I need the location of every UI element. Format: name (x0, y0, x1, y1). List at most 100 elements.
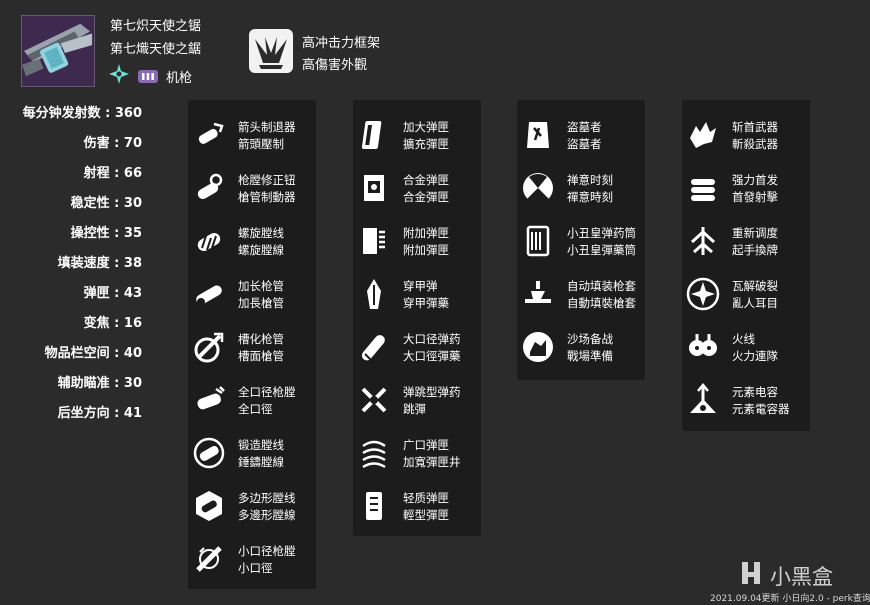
perk-full-bore[interactable]: 全口径枪膛 全口徑 (188, 379, 353, 429)
perk-extended-mag[interactable]: 加大弹匣 擴充彈匣 (353, 114, 518, 164)
extended-mag-icon (357, 118, 391, 152)
perk-high-caliber-rounds[interactable]: 大口径弹药 大口徑彈藥 (353, 326, 518, 376)
perk-name-simplified: 强力首发 (732, 173, 778, 187)
strand-icon (108, 63, 130, 89)
perk-name-simplified: 穿甲弹 (403, 279, 438, 293)
unravel-icon (686, 277, 720, 311)
perk-clown-cartridge[interactable]: 小丑皇弹药筒 小丑皇彈藥筒 (517, 220, 682, 270)
perk-name-traditional: 螺旋膛線 (238, 243, 284, 257)
perk-armor-piercing-rounds[interactable]: 穿甲弹 穿甲彈藥 (353, 273, 518, 323)
appended-mag-icon (357, 224, 391, 258)
light-mag-icon (357, 489, 391, 523)
corkscrew-rifling-icon (192, 224, 226, 258)
hammer-forged-rifling-icon (192, 436, 226, 470)
perk-firefly[interactable]: 火线 火力連隊 (682, 326, 847, 376)
perk-appended-mag[interactable]: 附加弹匣 附加彈匣 (353, 220, 518, 270)
firefly-icon (686, 330, 720, 364)
machine-gun-icon (22, 16, 94, 86)
perk-name-simplified: 禅意时刻 (567, 173, 613, 187)
perk-auto-loading-holster[interactable]: 自动填装枪套 自動填裝槍套 (517, 273, 682, 323)
perk-corkscrew-rifling[interactable]: 螺旋膛线 螺旋膛線 (188, 220, 353, 270)
zen-moment-icon (521, 171, 555, 205)
perk-arrowhead-brake[interactable]: 箭头制退器 箭頭壓制 (188, 114, 353, 164)
perk-name-simplified: 重新调度 (732, 226, 778, 240)
frame-name-traditional: 高傷害外觀 (302, 58, 368, 73)
perk-name-simplified: 附加弹匣 (403, 226, 449, 240)
magazine-perk-column: 加大弹匣 擴充彈匣 合金弹匣 合金彈匣 附加弹匣 附加彈匣 穿甲弹 穿甲彈藥 大口径弹药 大口徑彈… (353, 100, 481, 536)
auto-loading-holster-icon (521, 277, 555, 311)
perk-name-traditional: 大口徑彈藥 (403, 349, 461, 363)
perk-name-simplified: 自动填装枪套 (567, 279, 636, 293)
perk-grave-robber[interactable]: 盗墓者 盜墓者 (517, 114, 682, 164)
perk-hammer-forged-rifling[interactable]: 锻造膛线 錘鑄膛線 (188, 432, 353, 482)
arrowhead-brake-icon (192, 118, 226, 152)
perk-compensator[interactable]: 枪膛修正钮 槍管制動器 (188, 167, 353, 217)
perk-unravel[interactable]: 瓦解破裂 亂人耳目 (682, 273, 847, 323)
perk-name-traditional: 全口徑 (238, 402, 273, 416)
perk-name-simplified: 全口径枪膛 (238, 385, 296, 399)
perk-name-traditional: 盜墓者 (567, 137, 602, 151)
flared-magwell-icon (357, 436, 391, 470)
smallbore-icon (192, 542, 226, 576)
stat-stability: 稳定性 : 30 (70, 196, 142, 211)
perk-ricochet-rounds[interactable]: 弹跳型弹药 跳彈 (353, 379, 518, 429)
watermark-text: 小黑盒 (770, 564, 833, 589)
perk-name-traditional: 首發射擊 (732, 190, 778, 204)
perk-smallbore[interactable]: 小口径枪膛 小口徑 (188, 538, 353, 588)
perk-name-traditional: 戰場準備 (567, 349, 613, 363)
perk-name-traditional: 跳彈 (403, 402, 426, 416)
clown-cartridge-icon (521, 224, 555, 258)
perk-name-simplified: 轻质弹匣 (403, 491, 449, 505)
stat-inventory: 物品栏空间 : 40 (44, 346, 142, 361)
perk-extended-barrel[interactable]: 加长枪管 加長槍管 (188, 273, 353, 323)
extended-barrel-icon (192, 277, 226, 311)
redirection-icon (686, 224, 720, 258)
perk-elemental-capacitor[interactable]: 元素电容 元素電容器 (682, 379, 847, 429)
perk-zen-moment[interactable]: 禅意时刻 禪意時刻 (517, 167, 682, 217)
perk-headseeker[interactable]: 斩首武器 斬殺武器 (682, 114, 847, 164)
weapon-thumbnail (21, 15, 95, 87)
stat-zoom: 变焦 : 16 (83, 316, 142, 331)
perk-name-simplified: 盗墓者 (567, 120, 602, 134)
perk-polygonal-rifling[interactable]: 多边形膛线 多邊形膛線 (188, 485, 353, 535)
perk-name-simplified: 小丑皇弹药筒 (567, 226, 636, 240)
barrel-perk-column: 箭头制退器 箭頭壓制 枪膛修正钮 槍管制動器 螺旋膛线 螺旋膛線 加长枪管 加長槍管 槽化枪管槽… (188, 100, 316, 589)
ricochet-rounds-icon (357, 383, 391, 417)
perk-name-simplified: 瓦解破裂 (732, 279, 778, 293)
trait2-perk-column: 斩首武器 斬殺武器 强力首发 首發射擊 重新调度 起手換牌 瓦解破裂 亂人耳目 火线 火力連隊 元素… (682, 100, 810, 431)
perk-light-mag[interactable]: 轻质弹匣 輕型彈匣 (353, 485, 518, 535)
perk-flared-magwell[interactable]: 广口弹匣 加寬彈匣井 (353, 432, 518, 482)
perk-name-traditional: 小口徑 (238, 561, 273, 575)
perk-name-traditional: 自動填裝槍套 (567, 296, 636, 310)
perk-name-simplified: 加长枪管 (238, 279, 284, 293)
footer-note: 2021.09.04更新 小日向2.0 - perk查询 (710, 594, 870, 604)
perk-fluted-barrel[interactable]: 槽化枪管 槽面槍管 (188, 326, 353, 376)
perk-alloy-magazine[interactable]: 合金弹匣 合金彈匣 (353, 167, 518, 217)
perk-name-simplified: 沙场备战 (567, 332, 613, 346)
armor-piercing-rounds-icon (357, 277, 391, 311)
elemental-capacitor-icon (686, 383, 720, 417)
perk-name-traditional: 起手換牌 (732, 243, 778, 257)
perk-name-traditional: 小丑皇彈藥筒 (567, 243, 636, 257)
perk-opening-shot[interactable]: 强力首发 首發射擊 (682, 167, 847, 217)
perk-name-simplified: 锻造膛线 (238, 438, 284, 452)
high-caliber-rounds-icon (357, 330, 391, 364)
perk-name-simplified: 小口径枪膛 (238, 544, 296, 558)
perk-name-traditional: 錘鑄膛線 (238, 455, 284, 469)
perk-name-traditional: 加長槍管 (238, 296, 284, 310)
watermark: 小黑盒 (738, 560, 833, 591)
weapon-name-traditional: 第七熾天使之鋸 (110, 42, 202, 57)
perk-name-simplified: 元素电容 (732, 385, 778, 399)
polygonal-rifling-icon (192, 489, 226, 523)
stat-reload: 填装速度 : 38 (57, 256, 142, 271)
opening-shot-icon (686, 171, 720, 205)
perk-name-traditional: 元素電容器 (732, 402, 790, 416)
fluted-barrel-icon (192, 330, 226, 364)
perk-field-prep[interactable]: 沙场备战 戰場準備 (517, 326, 682, 376)
perk-name-simplified: 火线 (732, 332, 755, 346)
perk-redirection[interactable]: 重新调度 起手換牌 (682, 220, 847, 270)
stat-handling: 操控性 : 35 (70, 226, 142, 241)
perk-name-simplified: 弹跳型弹药 (403, 385, 461, 399)
perk-name-simplified: 加大弹匣 (403, 120, 449, 134)
high-impact-frame-icon[interactable] (249, 29, 293, 73)
